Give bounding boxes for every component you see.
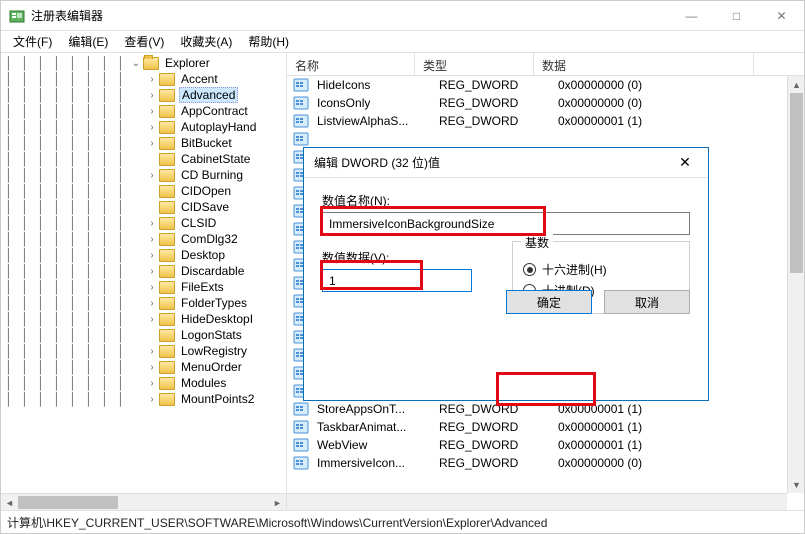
menu-favorites[interactable]: 收藏夹(A) (172, 31, 240, 52)
radix-hex-label: 十六进制(H) (542, 261, 607, 278)
value-name-field[interactable] (322, 212, 690, 235)
tree-item[interactable]: ││││││││ ›BitBucket (1, 135, 286, 151)
tree-item[interactable]: ││││││││ ›LowRegistry (1, 343, 286, 359)
tree-item[interactable]: ││││││││ ›AutoplayHand (1, 119, 286, 135)
edit-dword-dialog: 编辑 DWORD (32 位)值 ✕ 数值名称(N): 数值数据(V): 基数 … (303, 147, 709, 401)
list-row[interactable] (287, 130, 804, 148)
tree-item[interactable]: ││││││││ ›Advanced (1, 87, 286, 103)
tree-item[interactable]: ││││││││ CabinetState (1, 151, 286, 167)
title-bar: 注册表编辑器 — □ ✕ (1, 1, 804, 31)
list-header: 名称 类型 数据 (287, 53, 804, 76)
tree-item-explorer[interactable]: ││││││││⌄Explorer (1, 55, 286, 71)
status-bar: 计算机\HKEY_CURRENT_USER\SOFTWARE\Microsoft… (1, 510, 804, 532)
column-header-data[interactable]: 数据 (534, 53, 754, 75)
tree-item[interactable]: ││││││││ ›ComDlg32 (1, 231, 286, 247)
menu-file[interactable]: 文件(F) (5, 31, 60, 52)
list-row[interactable]: TaskbarAnimat...REG_DWORD0x00000001 (1) (287, 418, 804, 436)
column-header-type[interactable]: 类型 (415, 53, 534, 75)
ok-button[interactable]: 确定 (506, 290, 592, 314)
tree-item[interactable]: ││││││││ CIDOpen (1, 183, 286, 199)
tree-item[interactable]: ││││││││ ›AppContract (1, 103, 286, 119)
tree-item[interactable]: ││││││││ ›MountPoints2 (1, 391, 286, 407)
dialog-title-bar[interactable]: 编辑 DWORD (32 位)值 ✕ (304, 148, 708, 178)
scroll-up-icon[interactable]: ▲ (788, 76, 804, 93)
tree-item[interactable]: ││││││││ ›Desktop (1, 247, 286, 263)
window-title: 注册表编辑器 (31, 7, 669, 24)
value-data-field[interactable] (322, 269, 472, 292)
column-header-name[interactable]: 名称 (287, 53, 415, 75)
dialog-close-button[interactable]: ✕ (672, 150, 698, 176)
radio-checked-icon (523, 263, 536, 276)
tree-pane[interactable]: ││││││││⌄Explorer││││││││ ›Accent│││││││… (1, 53, 287, 510)
radix-hex-option[interactable]: 十六进制(H) (523, 261, 679, 278)
tree-item[interactable]: ││││││││ ›HideDesktopI (1, 311, 286, 327)
scroll-thumb[interactable] (790, 93, 803, 273)
minimize-button[interactable]: — (669, 1, 714, 30)
list-row[interactable]: StoreAppsOnT...REG_DWORD0x00000001 (1) (287, 400, 804, 418)
cancel-button[interactable]: 取消 (604, 290, 690, 314)
tree-item[interactable]: ││││││││ LogonStats (1, 327, 286, 343)
scroll-right-icon[interactable]: ► (269, 494, 286, 510)
app-icon (9, 8, 25, 24)
radix-legend: 基数 (521, 234, 553, 251)
list-row[interactable]: WebViewREG_DWORD0x00000001 (1) (287, 436, 804, 454)
close-button[interactable]: ✕ (759, 1, 804, 30)
scroll-down-icon[interactable]: ▼ (788, 476, 804, 493)
menu-view[interactable]: 查看(V) (116, 31, 172, 52)
tree-item[interactable]: ││││││││ ›Accent (1, 71, 286, 87)
highlight-box (496, 372, 596, 406)
scroll-thumb[interactable] (18, 496, 118, 509)
tree-item[interactable]: ││││││││ ›CLSID (1, 215, 286, 231)
menu-edit[interactable]: 编辑(E) (60, 31, 116, 52)
tree-item[interactable]: ││││││││ CIDSave (1, 199, 286, 215)
dialog-title: 编辑 DWORD (32 位)值 (314, 154, 672, 171)
list-vertical-scrollbar[interactable]: ▲ ▼ (787, 76, 804, 493)
list-horizontal-scrollbar[interactable] (287, 493, 787, 510)
tree-item[interactable]: ││││││││ ›MenuOrder (1, 359, 286, 375)
tree-item[interactable]: ││││││││ ›CD Burning (1, 167, 286, 183)
scroll-left-icon[interactable]: ◄ (1, 494, 18, 510)
menu-help[interactable]: 帮助(H) (240, 31, 297, 52)
maximize-button[interactable]: □ (714, 1, 759, 30)
status-path: 计算机\HKEY_CURRENT_USER\SOFTWARE\Microsoft… (7, 516, 547, 530)
list-row[interactable]: ImmersiveIcon...REG_DWORD0x00000000 (0) (287, 454, 804, 472)
tree-item[interactable]: ││││││││ ›Modules (1, 375, 286, 391)
tree-horizontal-scrollbar[interactable]: ◄ ► (1, 493, 286, 510)
value-name-label: 数值名称(N): (322, 192, 690, 209)
value-data-label: 数值数据(V): (322, 249, 472, 266)
list-row[interactable]: HideIconsREG_DWORD0x00000000 (0) (287, 76, 804, 94)
list-row[interactable]: ListviewAlphaS...REG_DWORD0x00000001 (1) (287, 112, 804, 130)
tree-item[interactable]: ││││││││ ›FolderTypes (1, 295, 286, 311)
menu-bar: 文件(F) 编辑(E) 查看(V) 收藏夹(A) 帮助(H) (1, 31, 804, 53)
list-row[interactable]: IconsOnlyREG_DWORD0x00000000 (0) (287, 94, 804, 112)
tree-item[interactable]: ││││││││ ›Discardable (1, 263, 286, 279)
tree-item[interactable]: ││││││││ ›FileExts (1, 279, 286, 295)
